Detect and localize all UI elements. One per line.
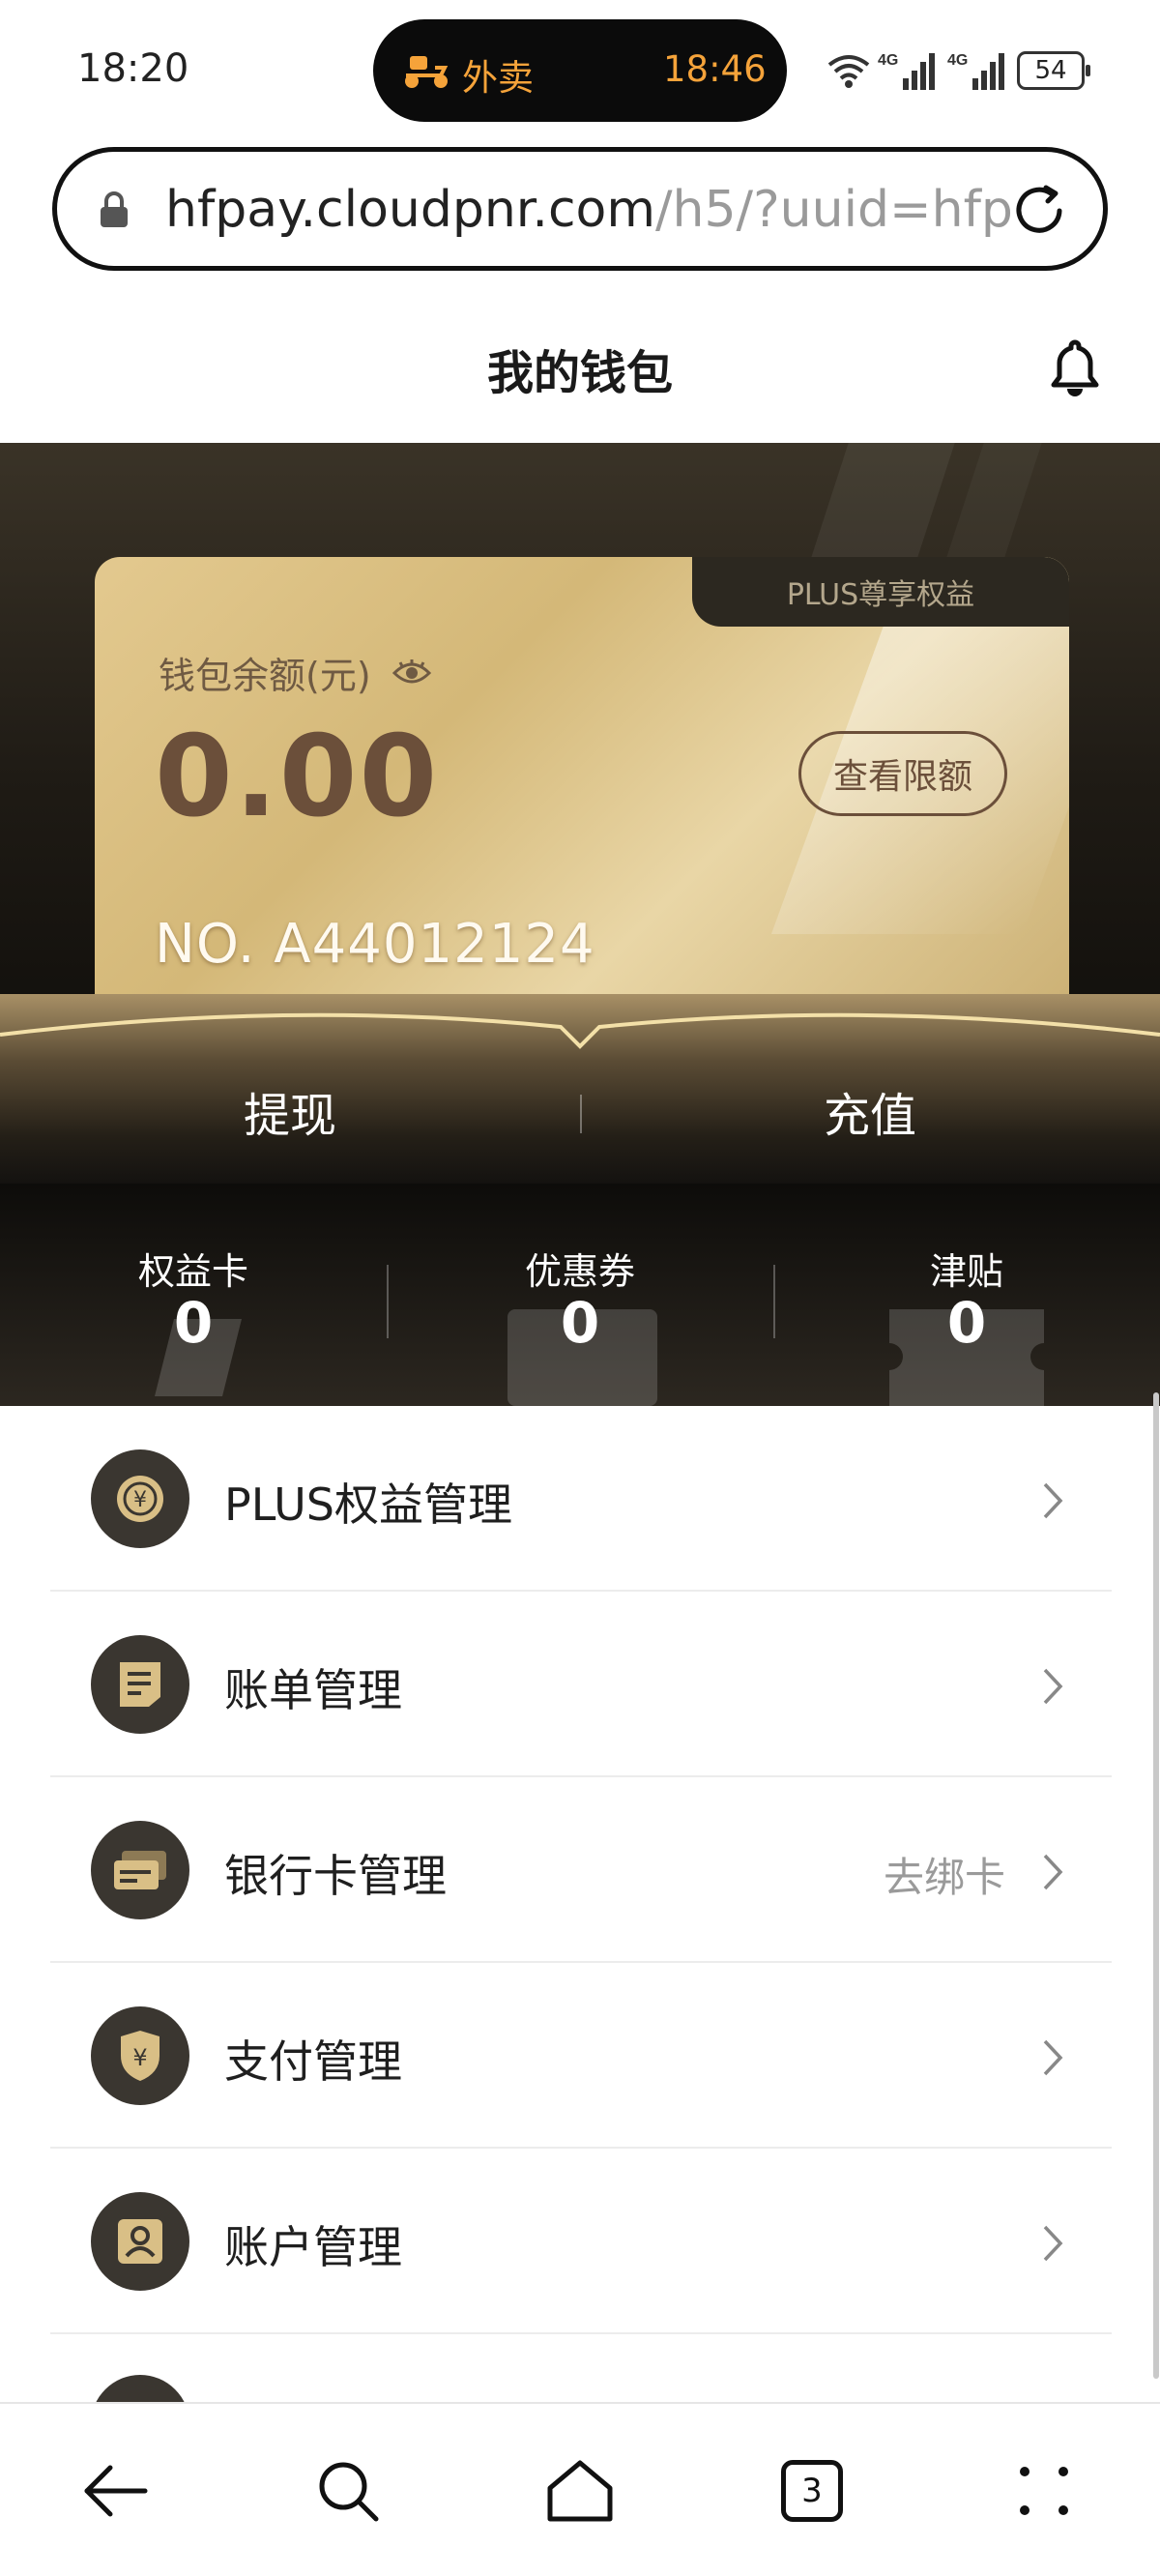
stat-label: 优惠券 [524,1250,635,1293]
reload-icon[interactable] [1007,179,1071,243]
payment-shield-icon: ¥ [91,2006,189,2105]
browser-bottom-nav: 3 [0,2402,1160,2576]
back-button[interactable] [68,2446,164,2535]
view-limit-button[interactable]: 查看限额 [798,731,1007,816]
plus-coin-icon: ¥ [91,1449,189,1548]
stat-benefit-card[interactable]: 权益卡 0 [0,1184,387,1406]
menu-label: 支付管理 [224,2035,402,2088]
tabs-button[interactable]: 3 [764,2446,860,2535]
status-time: 18:20 [77,46,189,91]
bill-icon [91,1635,189,1734]
divider [50,2332,1112,2334]
status-bar: 18:20 外卖 18:46 4G 4G 54 [0,0,1160,141]
svg-text:¥: ¥ [133,1488,147,1512]
status-icons: 4G 4G 54 [827,44,1090,97]
island-label: 外卖 [462,57,534,99]
url-path: /h5/?uuid=hfp [655,181,1013,239]
menu-label: 银行卡管理 [224,1850,447,1902]
eye-icon[interactable] [392,659,431,687]
url-host: hfpay.cloudpnr.com [165,181,655,239]
chevron-right-icon [1043,1482,1063,1519]
stats-row: 权益卡 0 优惠券 0 津贴 0 [0,1184,1160,1406]
svg-text:¥: ¥ [132,2044,147,2071]
drawer-curve [0,1012,1160,1049]
menu-item-plus-benefits[interactable]: ¥ PLUS权益管理 [50,1406,1112,1592]
stat-label: 津贴 [929,1250,1003,1293]
search-button[interactable] [300,2446,396,2535]
island-time: 18:46 [663,48,767,90]
stat-value: 0 [946,1290,987,1356]
battery-icon: 54 [1017,51,1090,90]
bind-card-hint[interactable]: 去绑卡 [884,1845,1005,1904]
menu-label: 账户管理 [224,2221,402,2273]
page-header: 我的钱包 [0,280,1160,443]
back-arrow-icon [84,2465,148,2517]
more-menu-button[interactable] [996,2446,1092,2535]
stat-allowance[interactable]: 津贴 0 [773,1184,1160,1406]
network-type-1: 4G [878,52,898,69]
home-button[interactable] [532,2446,628,2535]
stat-value: 0 [560,1290,600,1356]
chevron-right-icon [1043,2039,1063,2076]
bell-icon[interactable] [1046,337,1104,398]
chevron-right-icon [1043,2225,1063,2262]
signal-icon: 4G [878,52,935,90]
scooter-icon [405,56,449,88]
search-icon [319,2462,379,2522]
menu-label: 账单管理 [224,1664,402,1716]
page-title: 我的钱包 [486,346,673,400]
balance-label-row: 钱包余额(元) [159,646,431,699]
menu-label: PLUS权益管理 [224,1478,512,1531]
menu-item-bills[interactable]: 账单管理 [50,1592,1112,1777]
balance-amount: 0.00 [155,712,440,842]
wifi-icon [827,55,870,88]
more-dots-icon [1020,2467,1068,2515]
bank-card-icon [91,1821,189,1919]
network-type-2: 4G [947,52,968,69]
url-bar[interactable]: hfpay.cloudpnr.com/h5/?uuid=hfp [52,147,1108,271]
scrollbar[interactable] [1153,1392,1159,2379]
menu-item-bank-cards[interactable]: 银行卡管理 去绑卡 [50,1777,1112,1963]
chevron-right-icon [1043,1668,1063,1705]
home-icon [547,2460,613,2522]
withdraw-button[interactable]: 提现 [0,1077,580,1145]
stat-value: 0 [173,1290,214,1356]
menu-item-account[interactable]: 账户管理 [50,2149,1112,2334]
wallet-hero: PLUS尊享权益 钱包余额(元) 0.00 查看限额 NO. A44012124… [0,443,1160,1184]
plus-benefits-tag[interactable]: PLUS尊享权益 [692,557,1069,627]
menu-item-payment[interactable]: ¥ 支付管理 [50,1963,1112,2149]
dynamic-island[interactable]: 外卖 18:46 [373,19,787,122]
stat-coupon[interactable]: 优惠券 0 [387,1184,773,1406]
signal-icon-2: 4G [947,52,1004,90]
lock-icon [101,191,128,227]
balance-label: 钱包余额(元) [159,655,371,697]
recharge-button[interactable]: 充值 [580,1077,1160,1145]
menu-list: ¥ PLUS权益管理 账单管理 银行卡管理 去绑卡 ¥ 支付管理 账户管理 [0,1406,1160,2402]
chevron-right-icon [1043,1854,1063,1890]
tab-count: 3 [781,2460,843,2522]
stat-label: 权益卡 [137,1250,248,1293]
url-text[interactable]: hfpay.cloudpnr.com/h5/?uuid=hfp [165,179,1016,241]
account-icon [91,2192,189,2291]
card-number: NO. A44012124 [155,913,595,976]
